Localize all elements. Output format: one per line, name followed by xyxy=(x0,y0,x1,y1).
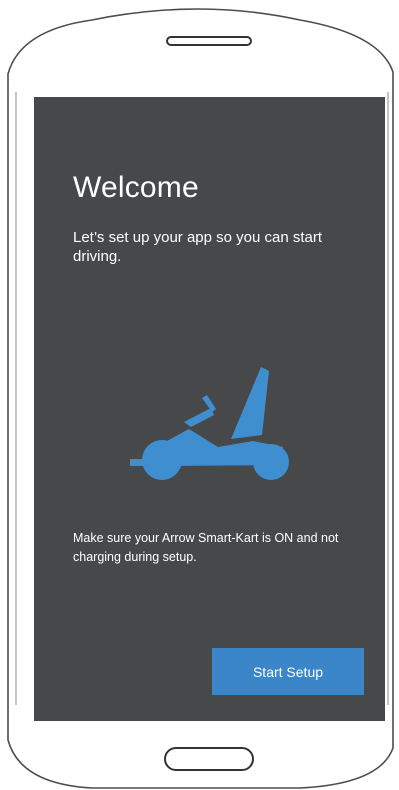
setup-note: Make sure your Arrow Smart-Kart is ON an… xyxy=(73,531,339,564)
welcome-screen: Welcome Let’s set up your app so you can… xyxy=(34,97,385,721)
go-kart-icon xyxy=(128,367,298,482)
home-button[interactable] xyxy=(164,747,254,771)
page-title: Welcome xyxy=(73,171,199,204)
start-setup-button[interactable]: Start Setup xyxy=(212,648,364,695)
speaker-grille xyxy=(166,36,252,46)
welcome-subtitle: Let’s set up your app so you can start d… xyxy=(73,229,323,265)
